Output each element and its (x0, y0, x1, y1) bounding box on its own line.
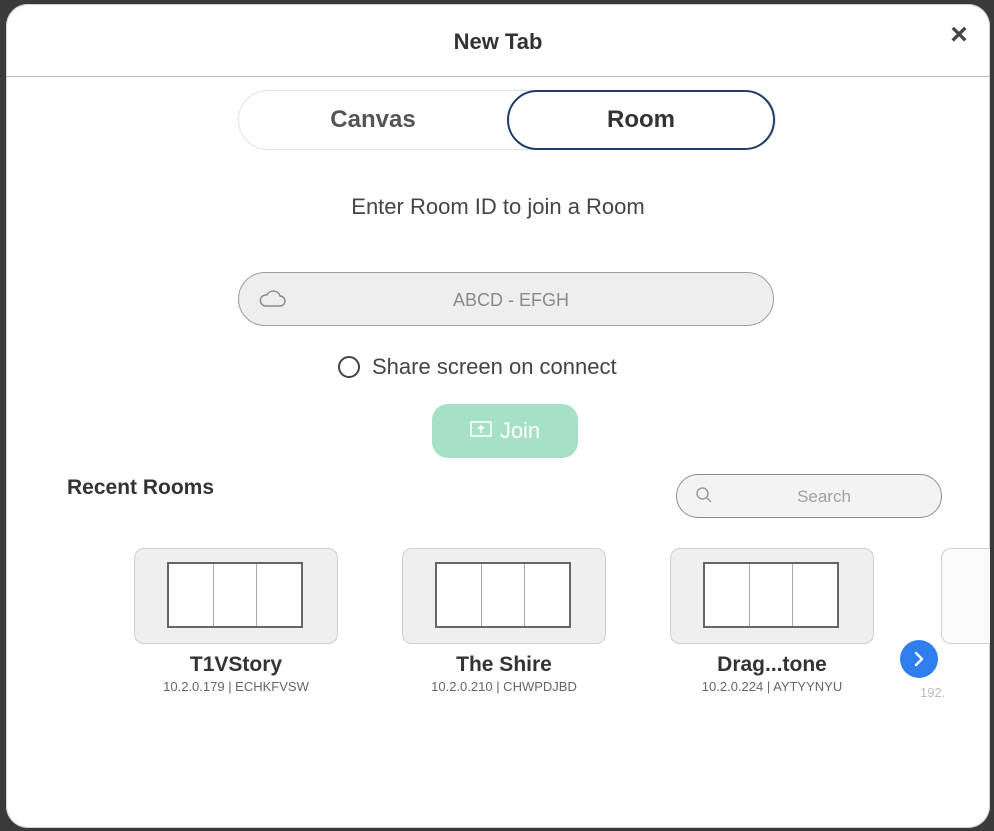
share-screen-icon (470, 421, 492, 437)
room-id-field[interactable] (238, 272, 774, 327)
room-card[interactable]: T1VStory 10.2.0.179 | ECHKFVSW (126, 548, 346, 694)
join-instructions: Enter Room ID to join a Room (351, 194, 645, 219)
room-meta-partial: 192. (920, 685, 946, 700)
room-card-partial[interactable] (941, 548, 990, 644)
share-screen-radio[interactable] (338, 356, 360, 378)
dialog-header: New Tab × (6, 4, 990, 77)
dialog-title: New Tab (453, 29, 543, 54)
tab-canvas[interactable]: Canvas (239, 91, 507, 149)
new-tab-dialog: New Tab × Canvas Room Enter Room ID to j… (6, 4, 990, 828)
room-id-input[interactable] (299, 273, 723, 327)
room-name: T1VStory (189, 653, 283, 676)
search-icon (696, 487, 712, 503)
room-thumbnail (670, 548, 874, 644)
room-meta: 10.2.0.179 | ECHKFVSW (163, 679, 309, 694)
recent-rooms-list: T1VStory 10.2.0.179 | ECHKFVSW The Shire… (6, 548, 990, 728)
close-icon[interactable]: × (946, 20, 972, 50)
room-thumbnail (134, 548, 338, 644)
join-button[interactable]: Join (432, 404, 578, 458)
room-meta: 10.2.0.210 | CHWPDJBD (431, 679, 577, 694)
room-name: Drag...tone (717, 653, 827, 676)
next-rooms-button[interactable] (900, 640, 938, 678)
recent-search[interactable] (676, 474, 942, 519)
room-meta: 10.2.0.224 | AYTYYNYU (701, 679, 843, 694)
search-input[interactable] (727, 475, 921, 519)
share-screen-option: Share screen on connect (338, 352, 617, 382)
share-screen-label: Share screen on connect (372, 354, 617, 379)
tab-room[interactable]: Room (507, 90, 775, 150)
cloud-icon (259, 290, 286, 307)
room-card[interactable]: Drag...tone 10.2.0.224 | AYTYYNYU (662, 548, 882, 694)
join-label: Join (499, 418, 541, 443)
mode-toggle: Canvas Room (238, 90, 776, 150)
recent-rooms-title: Recent Rooms (67, 476, 215, 499)
room-thumbnail (402, 548, 606, 644)
room-card[interactable]: The Shire 10.2.0.210 | CHWPDJBD (394, 548, 614, 694)
chevron-right-icon (914, 651, 924, 667)
room-name: The Shire (456, 653, 552, 676)
